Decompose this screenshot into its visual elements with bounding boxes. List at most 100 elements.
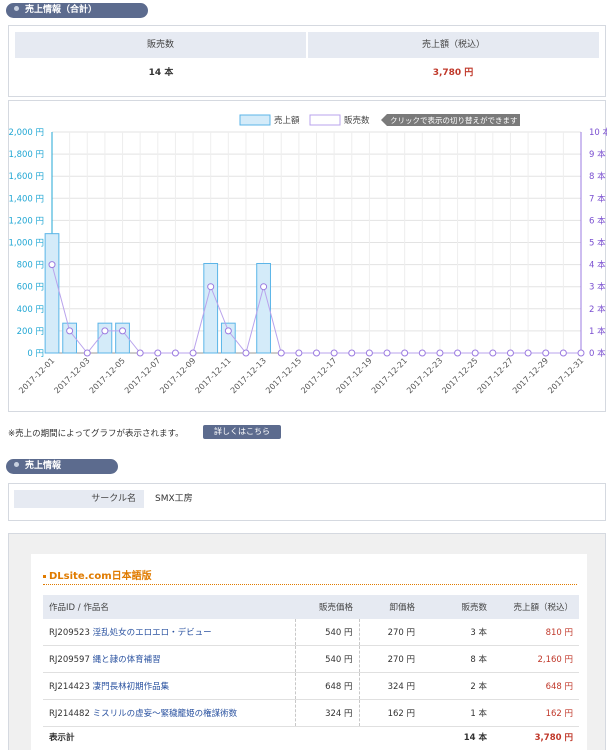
y-right-tick-label: 8 本 <box>589 171 606 182</box>
dlsite-section: DLsite.com日本語版 作品ID / 作品名 販売価格 卸価格 販売数 売… <box>8 533 606 754</box>
y-left-tick-label: 1,200 円 <box>9 216 44 226</box>
col-id-name: 作品ID / 作品名 <box>43 595 295 619</box>
work-name-link[interactable]: 凄門長林初期作品集 <box>93 682 170 692</box>
y-left-tick-label: 1,000 円 <box>9 239 44 249</box>
x-tick-label: 2017-12-17 <box>299 356 338 395</box>
point-sales-count <box>242 349 250 357</box>
y-left-tick-label: 400 円 <box>17 305 44 315</box>
sales-chart-box[interactable]: 2,000 円 10 本 1,800 円 9 本 1,600 円 8 本 1,400 円 7 … <box>8 100 612 413</box>
point-sales-count <box>83 349 91 357</box>
section-title: 売上情報（合計） <box>25 5 98 15</box>
price-cell: 324 円 <box>295 699 360 727</box>
count-cell: 3 本 <box>421 619 493 646</box>
work-name-link[interactable]: ミスリルの虚妄～緊穢籠姫の権謀術数 <box>93 709 238 719</box>
title-divider <box>43 584 577 585</box>
summary-box: 販売数 売上額（税込） 14 本 3,780 円 <box>8 25 606 97</box>
point-sales-count <box>101 327 109 335</box>
work-cell: RJ209597 縄と隷の体育補習 <box>43 645 296 673</box>
y-right-tick-label: 1 本 <box>589 326 606 337</box>
detail-button[interactable]: 詳しくはこちら <box>203 425 281 439</box>
table-header-row: 作品ID / 作品名 販売価格 卸価格 販売数 売上額（税込） <box>43 595 579 619</box>
x-tick-label: 2017-12-15 <box>264 356 303 395</box>
legend-line-swatch <box>309 114 341 126</box>
x-tick-label: 2017-12-25 <box>440 356 479 395</box>
sales-count-header: 販売数 <box>15 32 306 58</box>
table-row: RJ214423 凄門長林初期作品集 648 円 324 円2 本 648 円 <box>43 672 579 700</box>
point-sales-count <box>348 349 356 357</box>
col-wholesale: 卸価格 <box>359 595 421 619</box>
x-tick-label: 2017-12-23 <box>405 356 444 395</box>
bar-sales-amount <box>203 262 219 354</box>
point-sales-count <box>154 349 162 357</box>
point-sales-count <box>277 349 285 357</box>
y-right-tick-label: 0 本 <box>589 348 606 359</box>
legend-line-label: 販売数 <box>344 115 370 126</box>
circle-label: サークル名 <box>91 494 136 504</box>
x-tick-label: 2017-12-11 <box>194 356 233 395</box>
point-sales-count <box>224 327 232 335</box>
table-row: RJ214482 ミスリルの虚妄～緊穢籠姫の権謀術数 324 円 162 円1 本1… <box>43 699 579 727</box>
section-header-sales-info: 売上情報 <box>6 459 118 474</box>
sales-chart[interactable]: 2,000 円 10 本 1,800 円 9 本 1,600 円 8 本 1,400 円 7 … <box>8 101 612 413</box>
price-cell: 540 円 <box>295 619 360 646</box>
col-count: 販売数 <box>421 595 493 619</box>
point-sales-count <box>454 349 462 357</box>
circle-label-cell: サークル名 <box>14 490 144 508</box>
point-sales-count <box>119 327 127 335</box>
wholesale-cell: 270 円 <box>359 619 421 646</box>
sales-amount-value: 3,780 円 <box>432 68 474 78</box>
bullet-icon <box>14 462 19 467</box>
work-id: RJ214482 <box>49 709 90 719</box>
point-sales-count <box>524 349 532 357</box>
chart-note: ※売上の期間によってグラフが表示されます。 <box>8 429 184 439</box>
point-sales-count <box>506 349 514 357</box>
y-left-tick-label: 0 円 <box>27 349 44 359</box>
bar-sales-amount <box>44 233 60 354</box>
point-sales-count <box>48 261 56 269</box>
section-title: 売上情報 <box>25 461 62 471</box>
circle-name: SMX工房 <box>155 494 193 504</box>
x-tick-label: 2017-12-27 <box>476 356 515 395</box>
total-sales: 3,780 円 <box>534 733 573 743</box>
col-price: 販売価格 <box>295 595 359 619</box>
dlsite-panel: DLsite.com日本語版 作品ID / 作品名 販売価格 卸価格 販売数 売… <box>31 554 587 754</box>
point-sales-count <box>330 349 338 357</box>
point-sales-count <box>418 349 426 357</box>
point-sales-count <box>489 349 497 357</box>
work-name-link[interactable]: 縄と隷の体育補習 <box>93 655 161 665</box>
x-tick-label: 2017-12-09 <box>158 356 197 395</box>
point-sales-count <box>383 349 391 357</box>
total-label: 表示計 <box>49 733 75 743</box>
total-empty <box>295 727 359 748</box>
legend-tip-text: クリックで表示の切り替えができます <box>390 115 518 125</box>
dlsite-title: DLsite.com日本語版 <box>43 567 152 582</box>
point-sales-count <box>260 283 268 291</box>
x-tick-label: 2017-12-03 <box>52 356 91 395</box>
point-sales-count <box>171 349 179 357</box>
y-right-tick-label: 10 本 <box>589 127 607 138</box>
sales-count-value: 14 本 <box>148 68 174 78</box>
dlsite-title-text: DLsite.com日本語版 <box>49 571 152 582</box>
x-tick-label: 2017-12-05 <box>88 356 127 395</box>
y-right-tick-label: 3 本 <box>589 282 606 293</box>
point-sales-count <box>559 349 567 357</box>
y-right-tick-label: 7 本 <box>589 193 606 204</box>
y-left-tick-label: 2,000 円 <box>9 128 44 138</box>
table-row: RJ209523 淫乱処女のエロエロ・デビュー 540 円 270 円3 本 810 … <box>43 619 579 646</box>
legend-bar-swatch <box>239 114 271 126</box>
y-left-tick-label: 1,400 円 <box>9 194 44 204</box>
total-empty <box>359 727 421 748</box>
sales-cell: 810 円 <box>493 619 579 646</box>
y-left-tick-label: 1,600 円 <box>9 172 44 182</box>
x-tick-label: 2017-12-21 <box>370 356 409 395</box>
y-left-tick-label: 800 円 <box>17 261 44 271</box>
x-tick-label: 2017-12-29 <box>511 356 550 395</box>
count-cell: 1 本 <box>421 699 493 727</box>
work-name-link[interactable]: 淫乱処女のエロエロ・デビュー <box>93 628 212 638</box>
price-cell: 648 円 <box>295 672 360 700</box>
x-tick-label: 2017-12-07 <box>123 356 162 395</box>
work-cell: RJ214482 ミスリルの虚妄～緊穢籠姫の権謀術数 <box>43 699 296 727</box>
wholesale-cell: 162 円 <box>359 699 421 727</box>
col-sales: 売上額（税込） <box>493 595 579 619</box>
point-sales-count <box>365 349 373 357</box>
